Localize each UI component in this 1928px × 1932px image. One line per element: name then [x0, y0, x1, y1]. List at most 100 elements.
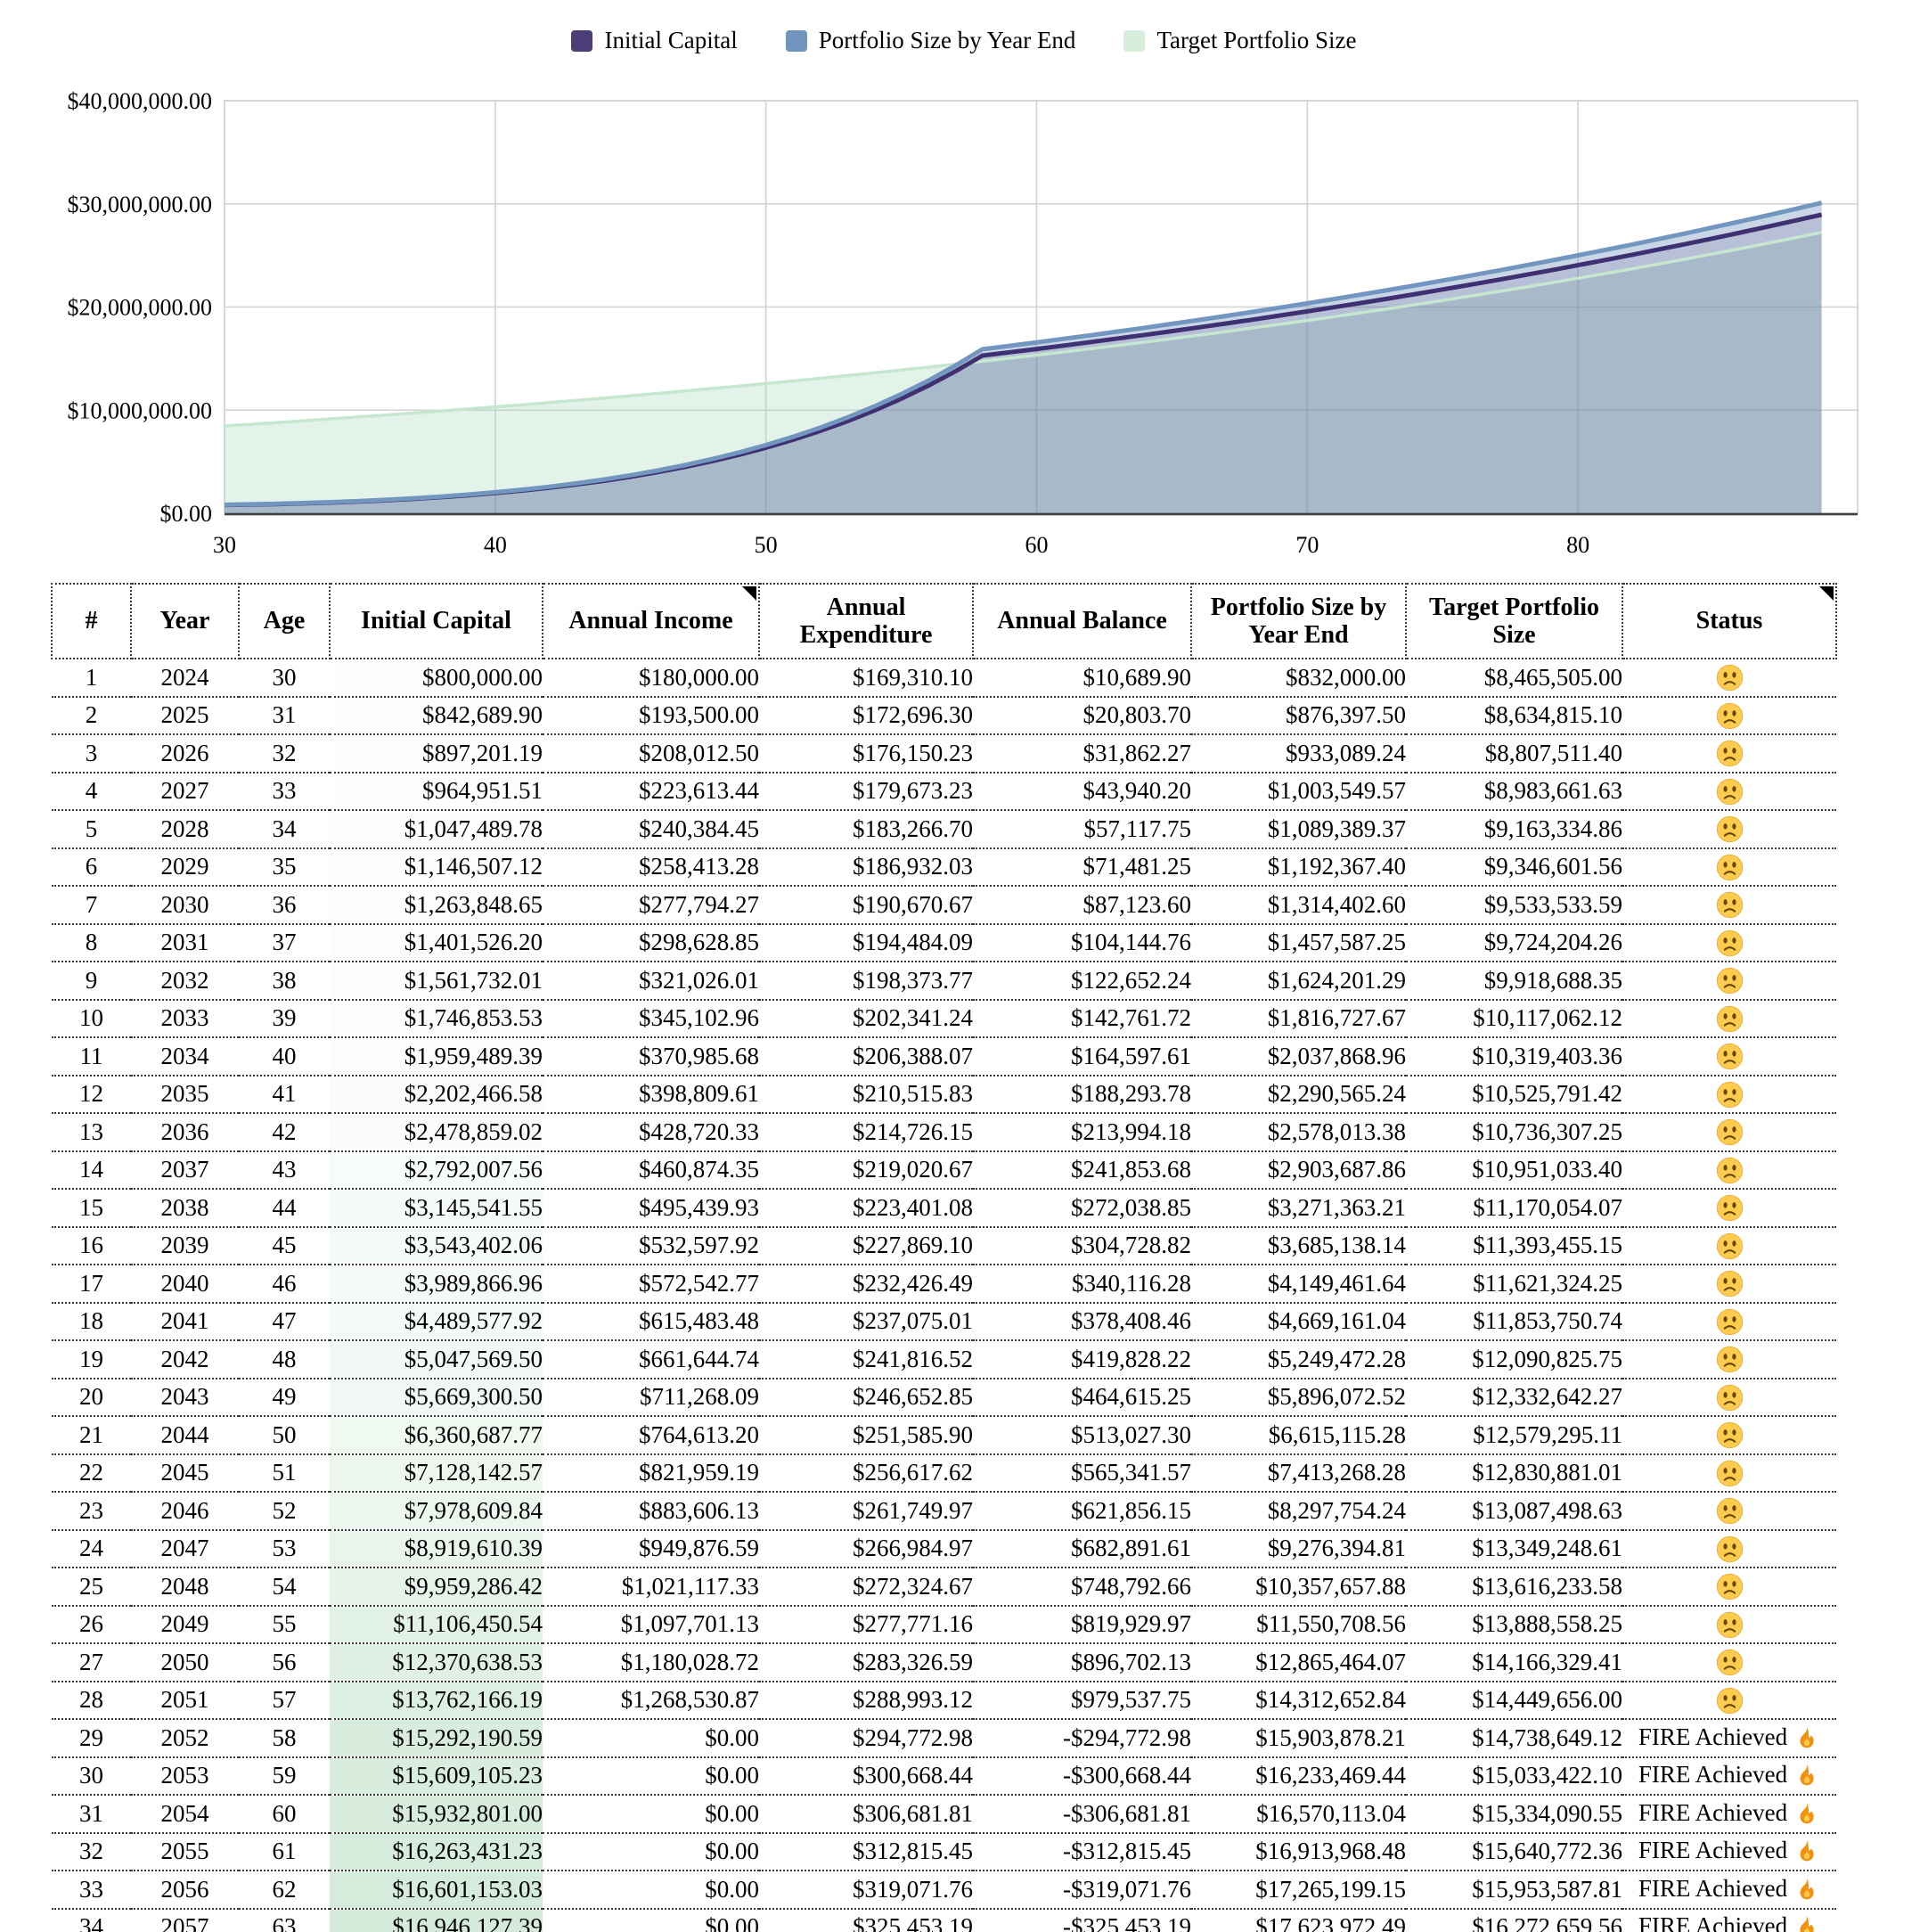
- chart-canvas: $40,000,000.00$30,000,000.00$20,000,000.…: [0, 0, 1928, 581]
- cell-annual-balance: $979,537.75: [973, 1682, 1191, 1720]
- cell-status: [1622, 1265, 1836, 1303]
- cell-initial-capital: $2,478,859.02: [330, 1113, 543, 1151]
- column-header-year: Year: [131, 584, 239, 659]
- cell-status: [1622, 1643, 1836, 1682]
- cell-age: 35: [239, 848, 330, 887]
- cell-annual-balance: $682,891.61: [973, 1530, 1191, 1568]
- cell-index: 17: [52, 1265, 131, 1303]
- cell-status: [1622, 1076, 1836, 1114]
- cell-status: [1622, 773, 1836, 811]
- cell-target-portfolio-size: $9,533,533.59: [1406, 886, 1622, 924]
- cell-age: 60: [239, 1795, 330, 1833]
- cell-initial-capital: $9,959,286.42: [330, 1568, 543, 1606]
- sad-face-icon: [1715, 890, 1744, 920]
- sad-face-icon: [1715, 1420, 1744, 1450]
- cell-annual-income: $1,021,117.33: [543, 1568, 759, 1606]
- cell-annual-expenditure: $232,426.49: [759, 1265, 973, 1303]
- cell-status: [1622, 1606, 1836, 1644]
- cell-annual-expenditure: $219,020.67: [759, 1151, 973, 1190]
- cell-age: 59: [239, 1757, 330, 1796]
- cell-portfolio-size: $16,570,113.04: [1191, 1795, 1406, 1833]
- cell-annual-expenditure: $288,993.12: [759, 1682, 973, 1720]
- cell-age: 31: [239, 697, 330, 735]
- table-row: 16203945$3,543,402.06$532,597.92$227,869…: [52, 1227, 1836, 1265]
- cell-annual-balance: $87,123.60: [973, 886, 1191, 924]
- cell-year: 2024: [131, 659, 239, 697]
- cell-annual-expenditure: $294,772.98: [759, 1719, 973, 1757]
- cell-portfolio-size: $2,037,868.96: [1191, 1037, 1406, 1076]
- cell-target-portfolio-size: $11,170,054.07: [1406, 1189, 1622, 1227]
- cell-index: 1: [52, 659, 131, 697]
- cell-annual-balance: $896,702.13: [973, 1643, 1191, 1682]
- table-row: 22204551$7,128,142.57$821,959.19$256,617…: [52, 1454, 1836, 1493]
- cell-age: 47: [239, 1303, 330, 1341]
- cell-target-portfolio-size: $9,724,204.26: [1406, 924, 1622, 962]
- cell-initial-capital: $800,000.00: [330, 659, 543, 697]
- cell-target-portfolio-size: $16,272,659.56: [1406, 1909, 1622, 1932]
- sad-face-icon: [1715, 777, 1744, 806]
- status-fire-label: FIRE Achieved: [1638, 1875, 1787, 1902]
- cell-annual-balance: $20,803.70: [973, 697, 1191, 735]
- cell-initial-capital: $15,609,105.23: [330, 1757, 543, 1796]
- fire-icon: [1793, 1763, 1820, 1789]
- cell-annual-balance: $10,689.90: [973, 659, 1191, 697]
- cell-annual-income: $240,384.45: [543, 810, 759, 848]
- cell-target-portfolio-size: $11,621,324.25: [1406, 1265, 1622, 1303]
- cell-target-portfolio-size: $8,465,505.00: [1406, 659, 1622, 697]
- cell-index: 24: [52, 1530, 131, 1568]
- cell-portfolio-size: $3,685,138.14: [1191, 1227, 1406, 1265]
- cell-target-portfolio-size: $9,346,601.56: [1406, 848, 1622, 887]
- cell-year: 2047: [131, 1530, 239, 1568]
- cell-annual-balance: $748,792.66: [973, 1568, 1191, 1606]
- cell-target-portfolio-size: $15,033,422.10: [1406, 1757, 1622, 1796]
- cell-year: 2050: [131, 1643, 239, 1682]
- cell-annual-income: $764,613.20: [543, 1416, 759, 1454]
- cell-year: 2053: [131, 1757, 239, 1796]
- y-tick-label: $20,000,000.00: [68, 295, 213, 321]
- cell-age: 43: [239, 1151, 330, 1190]
- table-row: 29205258$15,292,190.59$0.00$294,772.98-$…: [52, 1719, 1836, 1757]
- fire-icon: [1793, 1725, 1820, 1752]
- sad-face-icon: [1715, 1345, 1744, 1374]
- cell-index: 30: [52, 1757, 131, 1796]
- column-header-label: Annual Balance: [997, 607, 1167, 634]
- sad-face-icon: [1715, 663, 1744, 692]
- cell-initial-capital: $15,292,190.59: [330, 1719, 543, 1757]
- cell-initial-capital: $1,401,526.20: [330, 924, 543, 962]
- cell-annual-income: $208,012.50: [543, 734, 759, 773]
- status-fire-label: FIRE Achieved: [1638, 1761, 1787, 1788]
- table-row: 9203238$1,561,732.01$321,026.01$198,373.…: [52, 962, 1836, 1000]
- cell-annual-balance: $513,027.30: [973, 1416, 1191, 1454]
- cell-target-portfolio-size: $14,449,656.00: [1406, 1682, 1622, 1720]
- cell-annual-expenditure: $194,484.09: [759, 924, 973, 962]
- cell-annual-income: $398,809.61: [543, 1076, 759, 1114]
- cell-portfolio-size: $1,003,549.57: [1191, 773, 1406, 811]
- fire-icon: [1793, 1838, 1820, 1865]
- cell-index: 20: [52, 1379, 131, 1417]
- y-tick-label: $0.00: [160, 501, 213, 527]
- column-header-label: Status: [1696, 607, 1763, 634]
- cell-annual-income: $572,542.77: [543, 1265, 759, 1303]
- cell-year: 2033: [131, 1000, 239, 1038]
- cell-initial-capital: $964,951.51: [330, 773, 543, 811]
- cell-status: [1622, 886, 1836, 924]
- cell-target-portfolio-size: $15,640,772.36: [1406, 1833, 1622, 1871]
- cell-initial-capital: $3,145,541.55: [330, 1189, 543, 1227]
- cell-status: [1622, 1303, 1836, 1341]
- cell-status: [1622, 1492, 1836, 1530]
- cell-age: 40: [239, 1037, 330, 1076]
- cell-annual-expenditure: $306,681.81: [759, 1795, 973, 1833]
- cell-target-portfolio-size: $12,332,642.27: [1406, 1379, 1622, 1417]
- cell-age: 33: [239, 773, 330, 811]
- cell-age: 63: [239, 1909, 330, 1932]
- cell-index: 5: [52, 810, 131, 848]
- cell-age: 56: [239, 1643, 330, 1682]
- cell-portfolio-size: $17,265,199.15: [1191, 1871, 1406, 1909]
- cell-annual-balance: -$319,071.76: [973, 1871, 1191, 1909]
- cell-status: [1622, 1227, 1836, 1265]
- cell-annual-expenditure: $261,749.97: [759, 1492, 973, 1530]
- column-header-status: Status: [1622, 584, 1836, 659]
- cell-year: 2027: [131, 773, 239, 811]
- cell-annual-expenditure: $227,869.10: [759, 1227, 973, 1265]
- cell-target-portfolio-size: $14,738,649.12: [1406, 1719, 1622, 1757]
